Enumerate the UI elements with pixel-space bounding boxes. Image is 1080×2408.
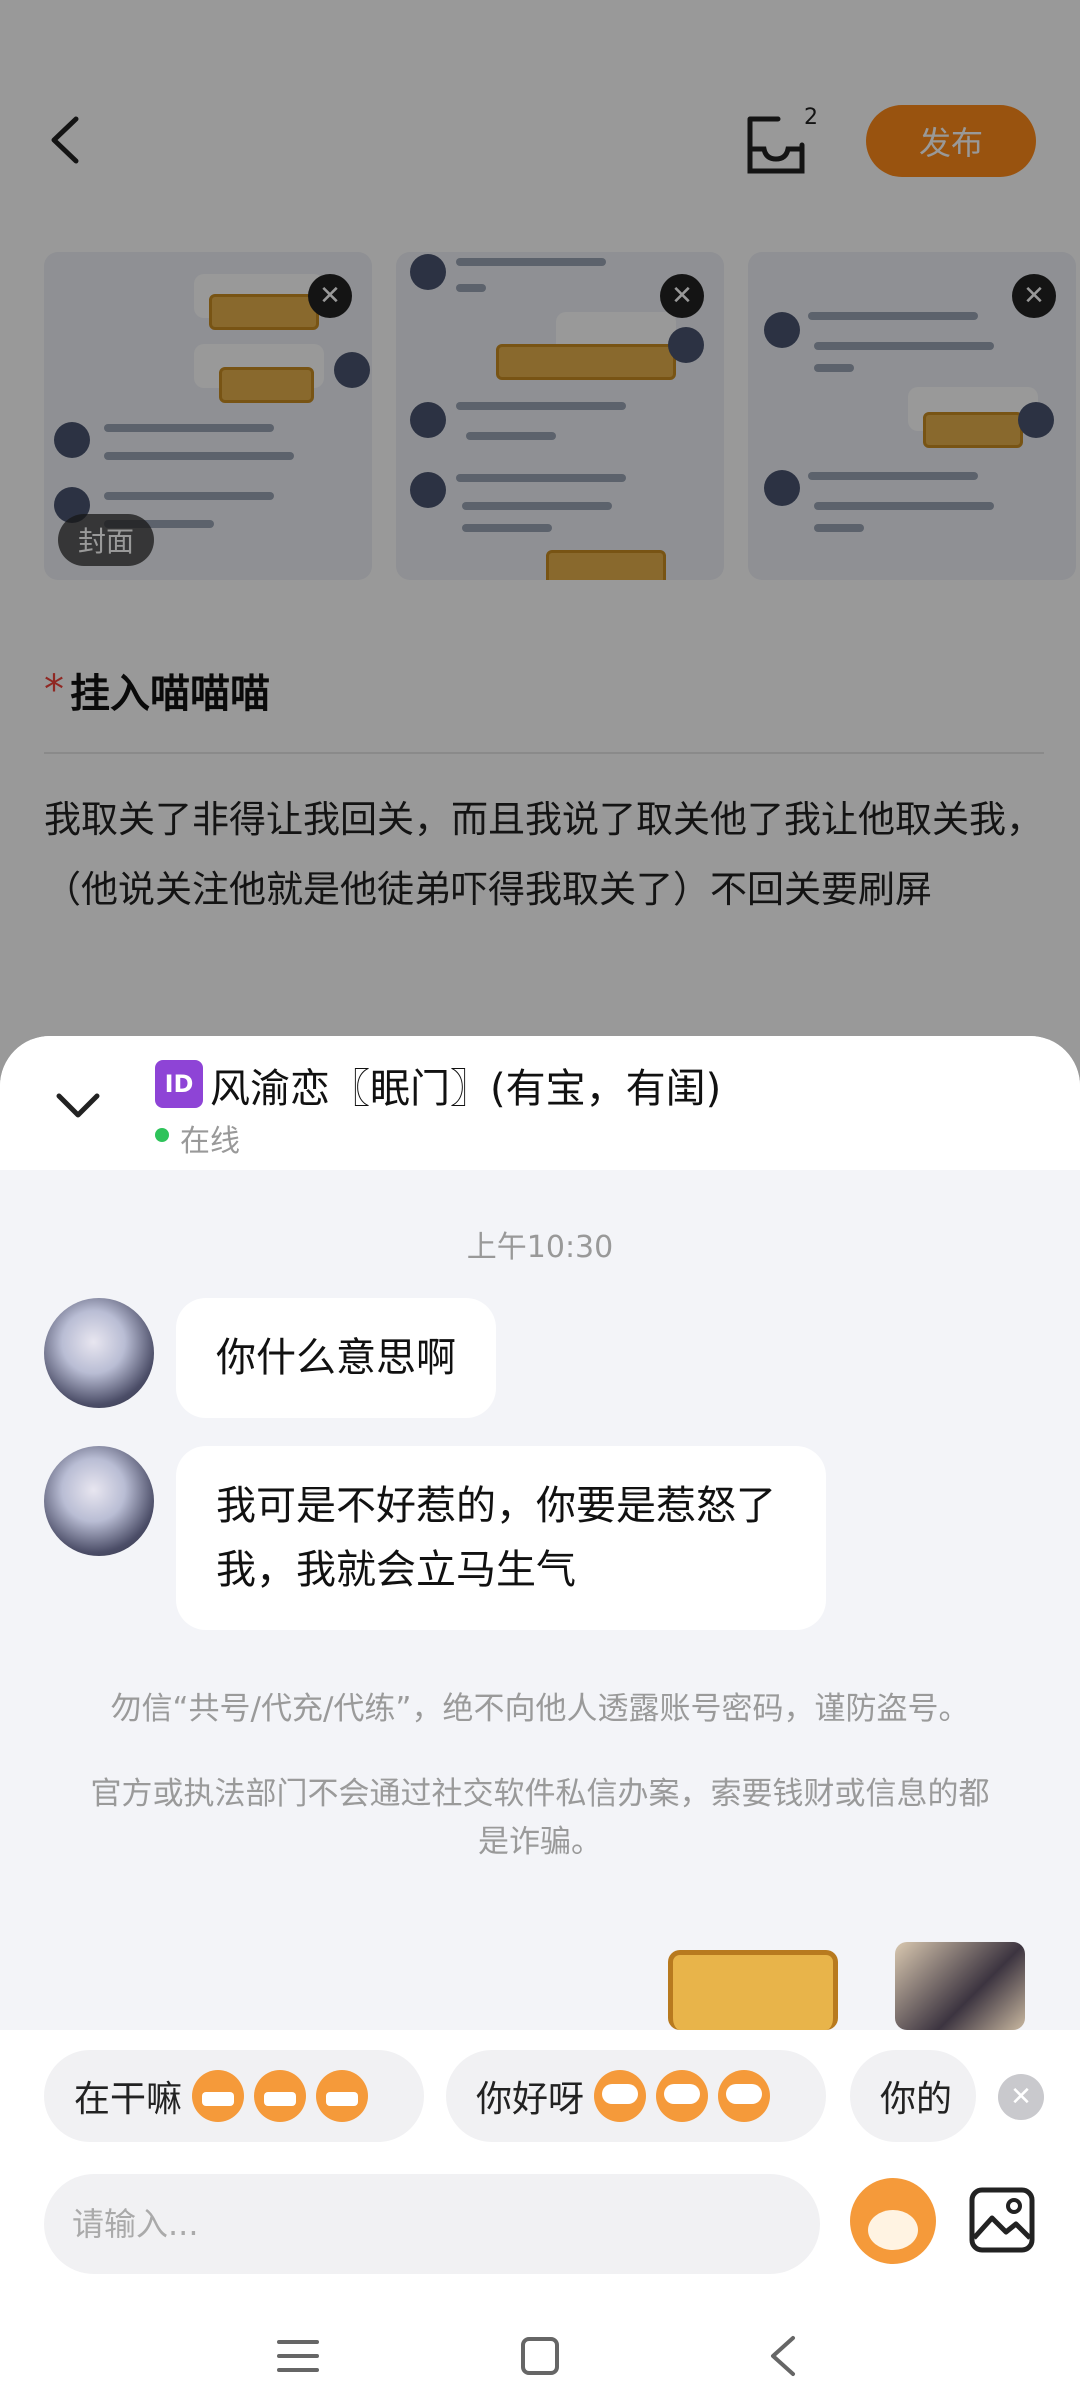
contact-name[interactable]: 风渝恋〖眠门〗(有宝，有闺) bbox=[210, 1056, 721, 1114]
grin-emoji-icon bbox=[316, 2070, 369, 2122]
quick-reply-chip[interactable]: 在干嘛 bbox=[44, 2050, 424, 2142]
online-status-dot bbox=[155, 1128, 169, 1142]
back-triangle-icon bbox=[771, 2336, 795, 2376]
quick-reply-chip[interactable]: 你好呀 bbox=[446, 2050, 826, 2142]
wide-eyes-emoji-icon bbox=[718, 2070, 771, 2122]
quick-reply-chip[interactable]: 你的 bbox=[850, 2050, 976, 2142]
message-bubble[interactable]: 我可是不好惹的，你要是惹怒了我，我就会立马生气 bbox=[176, 1446, 826, 1630]
grin-emoji-icon bbox=[192, 2070, 245, 2122]
quick-reply-label: 在干嘛 bbox=[74, 2079, 183, 2120]
fraud-notice: 官方或执法部门不会通过社交软件私信办案，索要钱财或信息的都是诈骗。 bbox=[90, 1776, 990, 1860]
menu-icon bbox=[277, 2340, 319, 2372]
avatar[interactable] bbox=[44, 1446, 154, 1556]
message-timestamp: 上午10:30 bbox=[466, 1230, 614, 1265]
message-input[interactable] bbox=[44, 2174, 820, 2274]
message-input-row bbox=[0, 2164, 1080, 2294]
emoji-sticker-button[interactable] bbox=[850, 2178, 936, 2264]
home-square-icon bbox=[521, 2337, 559, 2375]
quick-reply-label: 你的 bbox=[880, 2079, 953, 2120]
image-icon bbox=[969, 2187, 1035, 2253]
online-status: 在线 bbox=[180, 1124, 240, 1159]
collapse-chat-button[interactable] bbox=[48, 1076, 108, 1136]
system-back-button[interactable] bbox=[754, 2328, 810, 2384]
chat-header: ID 风渝恋〖眠门〗(有宝，有闺) 在线 bbox=[0, 1036, 1080, 1170]
home-button[interactable] bbox=[512, 2328, 568, 2384]
message-list[interactable]: 上午10:30 你什么意思啊 我可是不好惹的，你要是惹怒了我，我就会立马生气 勿… bbox=[0, 1170, 1080, 2030]
system-navigation-bar bbox=[0, 2294, 1080, 2408]
chevron-down-icon bbox=[56, 1093, 100, 1118]
image-button[interactable] bbox=[966, 2184, 1038, 2256]
sticker-character[interactable] bbox=[895, 1942, 1025, 2030]
message-bubble[interactable]: 你什么意思啊 bbox=[176, 1298, 496, 1418]
wide-eyes-emoji-icon bbox=[656, 2070, 709, 2122]
quick-reply-label: 你好呀 bbox=[476, 2079, 585, 2120]
grin-emoji-icon bbox=[254, 2070, 307, 2122]
close-quick-replies-button[interactable]: ✕ bbox=[998, 2074, 1044, 2120]
avatar[interactable] bbox=[44, 1298, 154, 1408]
id-badge: ID bbox=[155, 1060, 203, 1108]
wide-eyes-emoji-icon bbox=[594, 2070, 647, 2122]
security-notice: 勿信“共号/代充/代练”，绝不向他人透露账号密码，谨防盗号。 bbox=[110, 1691, 970, 1727]
chat-sheet: ID 风渝恋〖眠门〗(有宝，有闺) 在线 上午10:30 你什么意思啊 我可是不… bbox=[0, 1036, 1080, 2408]
quick-reply-bar: 在干嘛 你好呀 你的 ✕ bbox=[0, 2030, 1080, 2164]
menu-button[interactable] bbox=[270, 2328, 326, 2384]
close-icon: ✕ bbox=[1010, 2082, 1032, 2112]
sticker-mystery-box[interactable] bbox=[668, 1950, 838, 2030]
